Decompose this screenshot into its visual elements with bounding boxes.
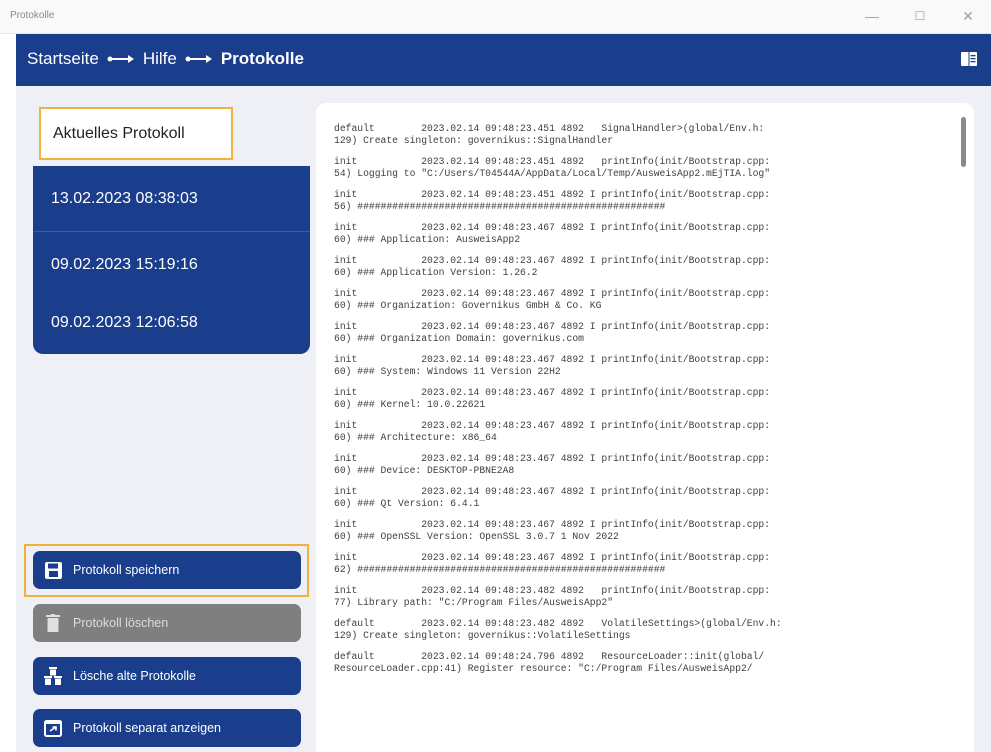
log-line-text: init 2023.02.14 09:48:23.467 4892 I prin…: [334, 288, 771, 299]
log-line-text: init 2023.02.14 09:48:23.467 4892 I prin…: [334, 453, 771, 464]
breadcrumb-hilfe[interactable]: Hilfe: [143, 49, 177, 69]
log-line: init 2023.02.14 09:48:23.467 4892 I prin…: [334, 222, 944, 246]
log-line: init 2023.02.14 09:48:23.467 4892 I prin…: [334, 552, 944, 576]
log-line: init 2023.02.14 09:48:23.467 4892 I prin…: [334, 255, 944, 279]
log-line: init 2023.02.14 09:48:23.467 4892 I prin…: [334, 486, 944, 510]
log-line-text: default 2023.02.14 09:48:23.482 4892 Vol…: [334, 618, 782, 629]
breadcrumb-startseite[interactable]: Startseite: [27, 49, 99, 69]
book-icon[interactable]: [961, 52, 977, 66]
log-line-text: 56) ####################################…: [334, 201, 666, 212]
save-log-button[interactable]: Protokoll speichern: [33, 551, 301, 589]
window-titlebar: Protokolle — ☐ ✕: [0, 0, 991, 34]
log-line-text: 54) Logging to "C:/Users/T04544A/AppData…: [334, 168, 771, 179]
log-line-text: init 2023.02.14 09:48:23.467 4892 I prin…: [334, 486, 771, 497]
scrollbar-thumb[interactable]: [961, 117, 966, 167]
breadcrumb: Startseite Hilfe Protokolle: [27, 49, 304, 69]
delete-log-label: Protokoll löschen: [73, 616, 169, 630]
floppy-disk-icon: [43, 560, 63, 580]
log-line-text: 129) Create singleton: governikus::Volat…: [334, 630, 631, 641]
breadcrumb-protokolle: Protokolle: [220, 49, 304, 68]
log-line-text: 60) ### Application: AusweisApp2: [334, 234, 521, 245]
log-line: init 2023.02.14 09:48:23.451 4892 I prin…: [334, 189, 944, 213]
log-line-text: 60) ### Organization Domain: governikus.…: [334, 333, 584, 344]
log-line-text: init 2023.02.14 09:48:23.467 4892 I prin…: [334, 387, 771, 398]
log-line-text: 60) ### OpenSSL Version: OpenSSL 3.0.7 1…: [334, 531, 619, 542]
log-text: default 2023.02.14 09:48:23.451 4892 Sig…: [334, 123, 944, 684]
log-line-text: ResourceLoader.cpp:41) Register resource…: [334, 663, 753, 674]
log-line-text: 77) Library path: "C:/Program Files/Ausw…: [334, 597, 614, 608]
window-title: Protokolle: [10, 10, 55, 21]
log-line: init 2023.02.14 09:48:23.467 4892 I prin…: [334, 453, 944, 477]
log-line: init 2023.02.14 09:48:23.467 4892 I prin…: [334, 387, 944, 411]
close-button[interactable]: ✕: [953, 6, 983, 26]
log-text-panel[interactable]: default 2023.02.14 09:48:23.451 4892 Sig…: [316, 103, 974, 752]
trash-stack-icon: [43, 666, 63, 686]
log-line-text: default 2023.02.14 09:48:24.796 4892 Res…: [334, 651, 765, 662]
log-line-text: init 2023.02.14 09:48:23.451 4892 printI…: [334, 156, 771, 167]
log-entry-current[interactable]: Aktuelles Protokoll: [39, 107, 233, 160]
log-line-text: init 2023.02.14 09:48:23.467 4892 I prin…: [334, 354, 771, 365]
log-line-text: init 2023.02.14 09:48:23.467 4892 I prin…: [334, 321, 771, 332]
log-line: init 2023.02.14 09:48:23.467 4892 I prin…: [334, 420, 944, 444]
log-line-text: 60) ### Kernel: 10.0.22621: [334, 399, 486, 410]
log-line-text: init 2023.02.14 09:48:23.467 4892 I prin…: [334, 519, 771, 530]
save-log-label: Protokoll speichern: [73, 563, 180, 577]
log-line: init 2023.02.14 09:48:23.482 4892 printI…: [334, 585, 944, 609]
log-line-text: init 2023.02.14 09:48:23.467 4892 I prin…: [334, 552, 771, 563]
log-line-text: 60) ### Device: DESKTOP-PBNE2A8: [334, 465, 515, 476]
delete-log-button[interactable]: Protokoll löschen: [33, 604, 301, 642]
log-line: init 2023.02.14 09:48:23.467 4892 I prin…: [334, 354, 944, 378]
log-line-text: init 2023.02.14 09:48:23.467 4892 I prin…: [334, 222, 771, 233]
minimize-button[interactable]: —: [857, 6, 887, 26]
log-line: init 2023.02.14 09:48:23.467 4892 I prin…: [334, 321, 944, 345]
delete-old-logs-button[interactable]: Lösche alte Protokolle: [33, 657, 301, 695]
log-entry[interactable]: 09.02.2023 15:19:16: [33, 232, 310, 298]
log-line: default 2023.02.14 09:48:23.451 4892 Sig…: [334, 123, 944, 147]
arrow-right-icon: [185, 54, 213, 64]
maximize-button[interactable]: ☐: [905, 6, 935, 26]
log-line: init 2023.02.14 09:48:23.451 4892 printI…: [334, 156, 944, 180]
log-line-text: 62) ####################################…: [334, 564, 666, 575]
log-line-text: 60) ### System: Windows 11 Version 22H2: [334, 366, 561, 377]
log-line: default 2023.02.14 09:48:24.796 4892 Res…: [334, 651, 944, 675]
log-line-text: 60) ### Qt Version: 6.4.1: [334, 498, 480, 509]
log-entry[interactable]: 09.02.2023 12:06:58: [33, 292, 310, 354]
show-log-separately-button[interactable]: Protokoll separat anzeigen: [33, 709, 301, 747]
log-line-text: 60) ### Application Version: 1.26.2: [334, 267, 538, 278]
show-log-separately-label: Protokoll separat anzeigen: [73, 721, 222, 735]
log-entry[interactable]: 13.02.2023 08:38:03: [33, 166, 310, 232]
log-line-text: init 2023.02.14 09:48:23.482 4892 printI…: [334, 585, 771, 596]
log-line-text: init 2023.02.14 09:48:23.451 4892 I prin…: [334, 189, 771, 200]
log-line-text: init 2023.02.14 09:48:23.467 4892 I prin…: [334, 255, 771, 266]
log-line-text: 60) ### Organization: Governikus GmbH & …: [334, 300, 602, 311]
arrow-right-icon: [107, 54, 135, 64]
log-line: init 2023.02.14 09:48:23.467 4892 I prin…: [334, 288, 944, 312]
log-line-text: 60) ### Architecture: x86_64: [334, 432, 497, 443]
trash-icon: [43, 613, 63, 633]
log-line-text: default 2023.02.14 09:48:23.451 4892 Sig…: [334, 123, 765, 134]
log-line: default 2023.02.14 09:48:23.482 4892 Vol…: [334, 618, 944, 642]
open-window-icon: [43, 718, 63, 738]
log-line: init 2023.02.14 09:48:23.467 4892 I prin…: [334, 519, 944, 543]
log-line-text: init 2023.02.14 09:48:23.467 4892 I prin…: [334, 420, 771, 431]
delete-old-logs-label: Lösche alte Protokolle: [73, 669, 196, 683]
navigation-bar: Startseite Hilfe Protokolle: [16, 34, 991, 86]
log-line-text: 129) Create singleton: governikus::Signa…: [334, 135, 614, 146]
